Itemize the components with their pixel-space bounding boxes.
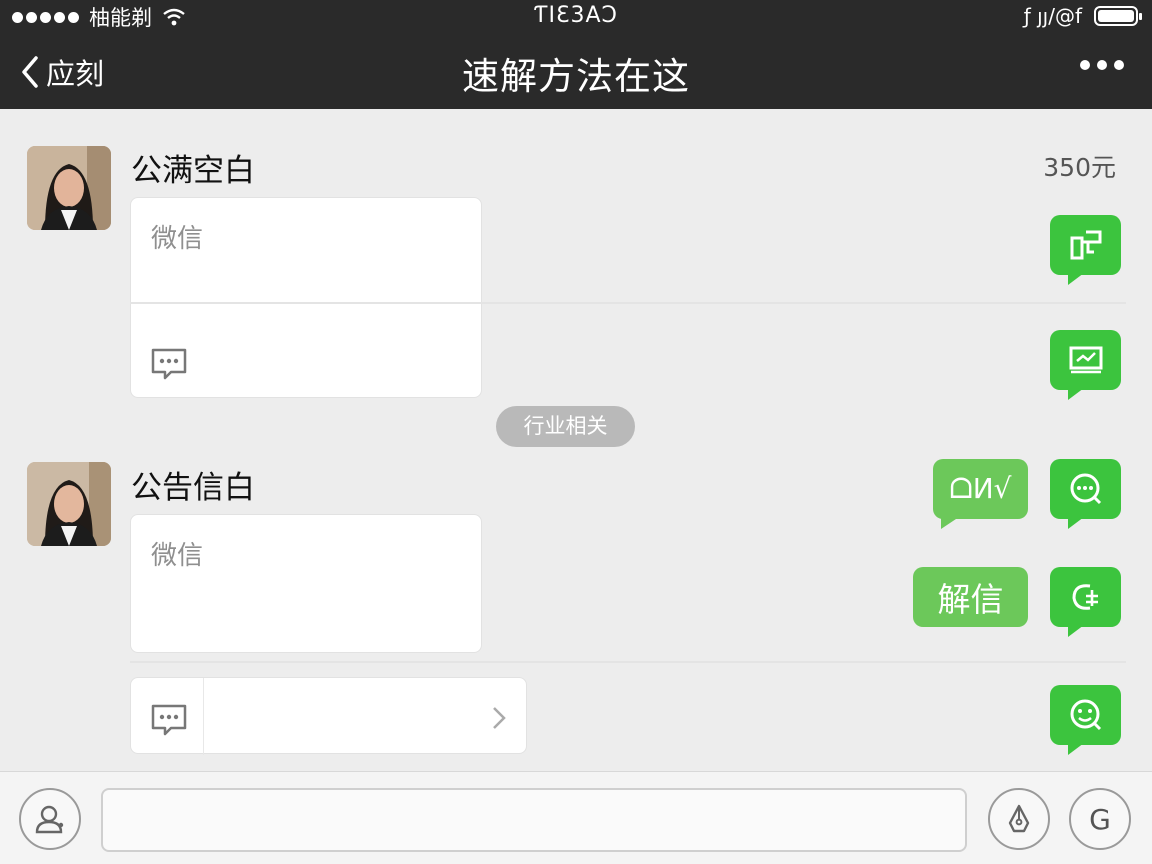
phone-icon [1071,584,1098,610]
message-input-box[interactable] [101,788,967,852]
sender-name: 公满空白 [131,153,255,189]
reply-bubble[interactable]: ᗝИ√ [933,459,1028,529]
g-button[interactable]: G [1069,788,1131,850]
card-placeholder: 微信 [151,224,204,254]
contact-button[interactable] [19,788,81,850]
divider [130,661,1126,663]
chat-button[interactable] [1050,459,1121,529]
page-title: 速解方法在这 [462,55,690,98]
message-card[interactable]: 微信 [130,197,482,398]
chat-icon [1070,473,1101,505]
chevron-right-icon [493,707,506,729]
share-icon [1070,230,1101,260]
message-icon [151,704,187,736]
card-placeholder: 微信 [151,541,204,571]
price-label: 350元 [1043,153,1116,182]
input-bar: G [0,771,1152,864]
pen-icon [1008,804,1030,833]
status-bar: 柚能剃 ƬIƐ3AƆ ƒ ȷȷ/@f [0,0,1152,34]
divider [130,302,1126,304]
card-separator [203,678,204,755]
avatar[interactable] [27,462,111,546]
smile-icon [1070,699,1101,731]
sender-name: 公告信白 [131,470,255,506]
status-right: ƒ ȷȷ/@f [1023,4,1142,28]
link-card[interactable] [130,677,527,755]
smile-button[interactable] [1050,685,1121,755]
screen-icon [1069,346,1102,374]
decode-bubble[interactable]: 解信 [913,567,1028,627]
user-icon [35,805,64,834]
phone-button[interactable] [1050,567,1121,637]
header: 柚能剃 ƬIƐ3AƆ ƒ ȷȷ/@f 应刻 速解方法在这 [0,0,1152,109]
more-button[interactable] [1080,60,1124,70]
pen-button[interactable] [988,788,1050,850]
share-button[interactable] [1050,215,1121,285]
status-right-text: ƒ ȷȷ/@f [1023,4,1082,28]
message-icon [151,348,187,380]
category-tag: 行业相关 [496,406,635,447]
screen-button[interactable] [1050,330,1121,400]
message-input[interactable] [103,790,965,850]
avatar[interactable] [27,146,111,230]
status-time: ƬIƐ3AƆ [534,3,618,28]
battery-icon [1094,6,1142,26]
message-card[interactable]: 微信 [130,514,482,653]
